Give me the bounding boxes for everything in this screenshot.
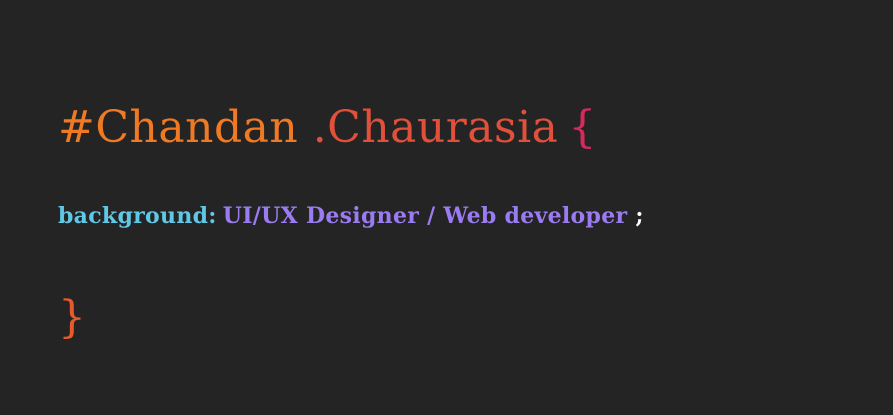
property-line: background: UI/UX Designer / Web develope… xyxy=(58,200,644,232)
property-name: background: xyxy=(58,203,217,229)
open-brace: { xyxy=(568,102,597,153)
selector-line: #Chandan .Chaurasia{ xyxy=(58,98,597,158)
semicolon: ; xyxy=(635,203,644,229)
css-code-block: #Chandan .Chaurasia{ background: UI/UX De… xyxy=(58,0,878,415)
class-selector: .Chaurasia xyxy=(312,102,559,153)
id-selector: #Chandan xyxy=(58,102,299,153)
property-value: UI/UX Designer / Web developer xyxy=(222,203,628,229)
close-brace: } xyxy=(58,292,86,343)
closing-line: } xyxy=(58,288,86,348)
